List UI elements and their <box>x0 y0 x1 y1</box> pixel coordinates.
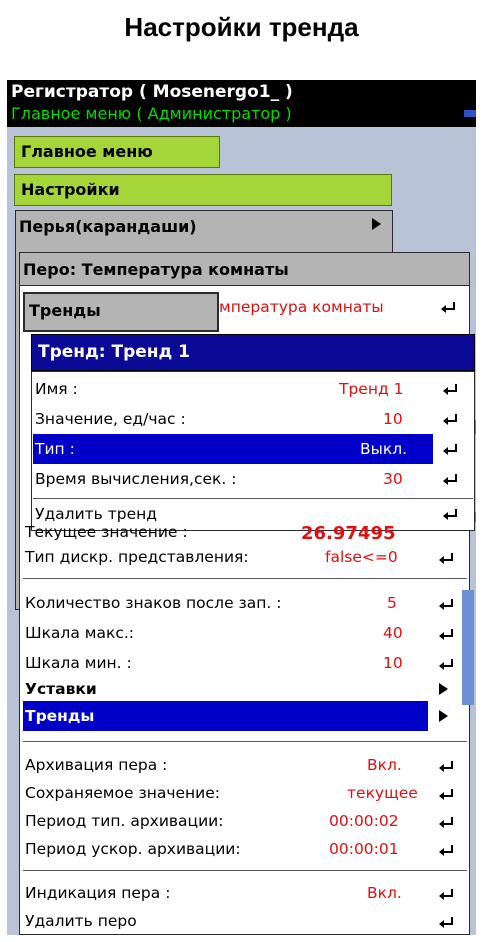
current-value: 26.97495 <box>301 525 396 543</box>
enter-icon <box>441 302 455 313</box>
trend-name-value: Тренд 1 <box>339 380 404 398</box>
enter-icon <box>443 384 457 395</box>
period-fast-value: 00:00:01 <box>329 840 399 858</box>
pen-name-row[interactable]: мпература комнаты <box>217 292 467 322</box>
page-title: Настройки тренда <box>124 12 359 42</box>
enter-icon <box>439 553 453 564</box>
tab-pen[interactable]: Перо: Температура комнаты <box>23 260 289 279</box>
enter-icon <box>439 761 453 772</box>
enter-icon <box>443 509 457 520</box>
enter-icon <box>439 789 453 800</box>
menu-path: Главное меню ( Администратор ) <box>11 104 292 123</box>
saved-value-label: Сохраняемое значение: <box>25 784 220 802</box>
trend-rate-label: Значение, ед/час : <box>35 410 186 428</box>
setpoints-label: Уставки <box>25 680 97 698</box>
scale-min-value: 10 <box>383 654 403 672</box>
divider <box>23 578 467 579</box>
period-fast-label: Период ускор. архивации: <box>25 840 241 858</box>
device-screen: Регистратор ( Mosenergo1_ ) Главное меню… <box>7 80 476 935</box>
scale-max-row[interactable]: Шкала макс.: 40 <box>23 618 463 648</box>
enter-icon <box>439 659 453 670</box>
tab-trends[interactable]: Тренды <box>29 301 101 320</box>
current-value-row: Текущее значение : 26.97495 <box>23 525 463 543</box>
divider <box>23 741 467 742</box>
setpoints-row[interactable]: Уставки <box>23 674 463 704</box>
enter-icon <box>439 599 453 610</box>
pen-name-value: мпература комнаты <box>219 298 384 316</box>
enter-icon <box>439 845 453 856</box>
delete-trend-label: Удалить тренд <box>35 505 157 523</box>
trends-row[interactable]: Тренды <box>23 701 428 731</box>
delete-pen-label: Удалить перо <box>25 912 137 930</box>
decimals-label: Количество знаков после зап. : <box>25 594 282 612</box>
trend-calc-time-value: 30 <box>383 470 403 488</box>
tab-main-menu[interactable]: Главное меню <box>14 136 220 168</box>
arrow-right-icon <box>439 683 448 695</box>
divider <box>23 870 467 871</box>
trend-type-label: Тип : <box>35 440 75 458</box>
discrete-type-value: false<=0 <box>325 548 398 566</box>
archive-row[interactable]: Архивация пера : Вкл. <box>23 750 463 780</box>
trend-type-row[interactable]: Тип : Выкл. <box>33 434 433 464</box>
title-bar: Регистратор ( Mosenergo1_ ) Главное меню… <box>7 80 476 127</box>
enter-icon <box>443 474 457 485</box>
scale-min-label: Шкала мин. : <box>25 654 132 672</box>
trend-rate-value: 10 <box>383 410 403 428</box>
tab-settings[interactable]: Настройки <box>14 174 392 206</box>
period-typ-value: 00:00:02 <box>329 812 399 830</box>
archive-label: Архивация пера : <box>25 756 168 774</box>
saved-value-row[interactable]: Сохраняемое значение: текущее <box>23 778 463 808</box>
decimals-row[interactable]: Количество знаков после зап. : 5 <box>23 588 463 618</box>
device-title: Регистратор ( Mosenergo1_ ) <box>11 82 293 102</box>
enter-icon <box>439 629 453 640</box>
scrollbar[interactable] <box>462 590 474 705</box>
decimals-value: 5 <box>387 594 397 612</box>
arrow-right-icon <box>372 218 381 230</box>
period-fast-row[interactable]: Период ускор. архивации: 00:00:01 <box>23 834 463 864</box>
indication-row[interactable]: Индикация пера : Вкл. <box>23 878 463 908</box>
indication-value: Вкл. <box>367 884 402 902</box>
discrete-type-row[interactable]: Тип дискр. представления: false<=0 <box>23 542 463 572</box>
indication-label: Индикация пера : <box>25 884 171 902</box>
tab-pens[interactable]: Перья(карандаши) <box>19 217 197 236</box>
trend-calc-time-row[interactable]: Время вычисления,сек. : 30 <box>33 464 433 494</box>
trends-label: Тренды <box>25 707 95 725</box>
trend-calc-time-label: Время вычисления,сек. : <box>35 470 237 488</box>
scale-max-label: Шкала макс.: <box>25 624 134 642</box>
enter-icon <box>443 414 457 425</box>
archive-value: Вкл. <box>367 756 402 774</box>
trend-name-row[interactable]: Имя : Тренд 1 <box>33 374 433 404</box>
enter-icon <box>443 444 457 455</box>
status-indicator <box>464 110 476 117</box>
trend-dialog-title: Тренд: Тренд 1 <box>31 334 475 371</box>
scale-max-value: 40 <box>383 624 403 642</box>
arrow-right-icon <box>439 710 448 722</box>
discrete-type-label: Тип дискр. представления: <box>25 548 249 566</box>
current-value-label: Текущее значение : <box>25 525 188 541</box>
period-typ-row[interactable]: Период тип. архивации: 00:00:02 <box>23 806 463 836</box>
trend-rate-row[interactable]: Значение, ед/час : 10 <box>33 404 433 434</box>
enter-icon <box>439 889 453 900</box>
saved-value: текущее <box>347 784 418 802</box>
delete-pen-row[interactable]: Удалить перо <box>23 906 463 935</box>
enter-icon <box>439 817 453 828</box>
trend-name-label: Имя : <box>35 380 78 398</box>
period-typ-label: Период тип. архивации: <box>25 812 224 830</box>
trend-type-value: Выкл. <box>360 440 408 458</box>
enter-icon <box>439 917 453 928</box>
